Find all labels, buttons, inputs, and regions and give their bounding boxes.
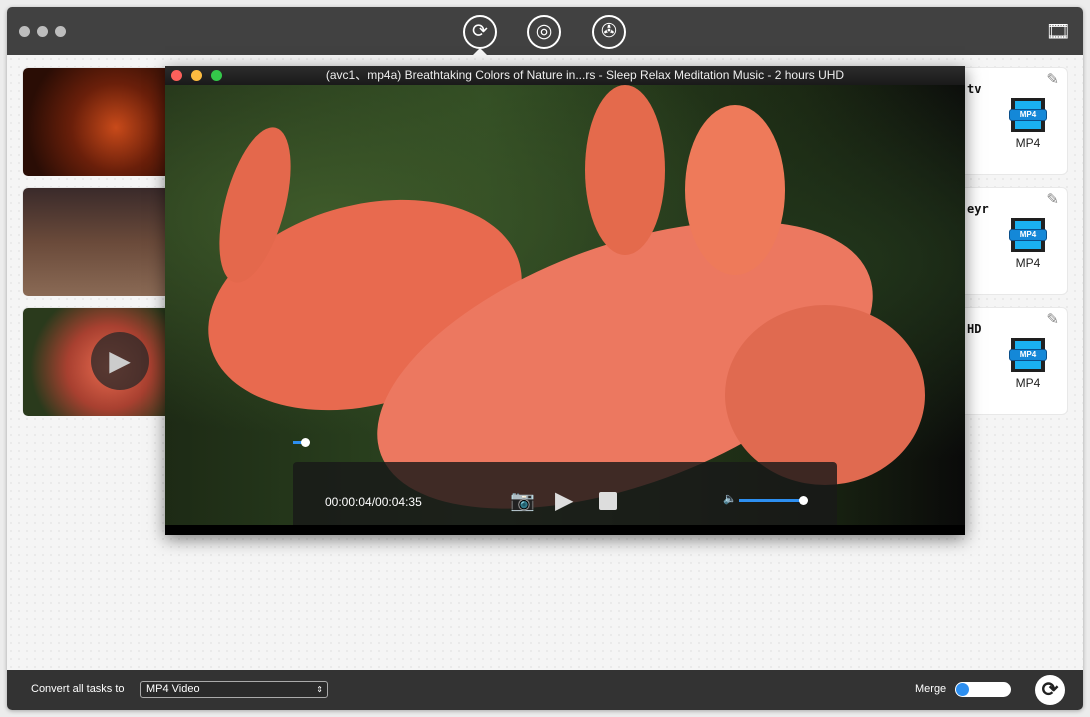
play-icon[interactable]: ▶ xyxy=(555,486,573,515)
format-selector[interactable]: MP4 MP4 xyxy=(1003,338,1053,390)
player-minimize-button[interactable] xyxy=(191,70,202,81)
video-thumbnail[interactable] xyxy=(23,188,166,296)
time-readout: 00:00:04/00:04:35 xyxy=(325,495,422,509)
edit-pencil-icon[interactable]: ✎ xyxy=(1046,190,1059,208)
convert-all-label: Convert all tasks to xyxy=(31,683,125,695)
merge-label: Merge xyxy=(915,683,947,695)
window-minimize-button[interactable] xyxy=(37,26,48,37)
format-dropdown[interactable]: MP4 Video ⇕ xyxy=(140,681,328,698)
player-titlebar: (avc1、mp4a) Breathtaking Colors of Natur… xyxy=(165,66,965,85)
camera-icon[interactable]: 📷 xyxy=(510,488,535,513)
convert-all-button[interactable]: ⟳ xyxy=(1035,675,1065,705)
volume-slider-handle[interactable] xyxy=(799,496,808,505)
volume-slider[interactable] xyxy=(739,499,803,502)
player-controls: 00:00:04/00:04:35 📷 ▶ 🔈 xyxy=(293,462,837,525)
rip-tab[interactable]: ◎ xyxy=(527,15,561,49)
task-title: tv xyxy=(967,82,982,96)
video-player-window: (avc1、mp4a) Breathtaking Colors of Natur… xyxy=(165,66,965,535)
play-overlay-icon[interactable]: ▶ xyxy=(91,332,149,390)
progress-slider-handle[interactable] xyxy=(301,438,310,447)
convert-tab[interactable]: ⟳ xyxy=(463,15,497,49)
video-thumbnail[interactable]: ▶ xyxy=(23,308,166,416)
media-library-icon[interactable]: 🎞 xyxy=(1046,19,1071,44)
active-tab-indicator xyxy=(473,48,487,55)
player-close-button[interactable] xyxy=(171,70,182,81)
bottom-bar: Convert all tasks to MP4 Video ⇕ Merge ⟳ xyxy=(7,670,1083,710)
mp4-file-icon: MP4 xyxy=(1009,98,1047,132)
format-dropdown-value: MP4 Video xyxy=(146,683,200,695)
edit-pencil-icon[interactable]: ✎ xyxy=(1046,310,1059,328)
format-label: MP4 xyxy=(1015,376,1041,390)
format-label: MP4 xyxy=(1015,136,1041,150)
format-selector[interactable]: MP4 MP4 xyxy=(1003,218,1053,270)
window-zoom-button[interactable] xyxy=(55,26,66,37)
format-selector[interactable]: MP4 MP4 xyxy=(1003,98,1053,150)
convert-icon: ⟳ xyxy=(1041,679,1059,701)
convert-icon: ⟳ xyxy=(472,21,488,42)
window-close-button[interactable] xyxy=(19,26,30,37)
stop-icon[interactable] xyxy=(599,492,617,510)
dropdown-arrows-icon: ⇕ xyxy=(316,685,323,694)
download-icon: ✇ xyxy=(601,21,617,42)
edit-pencil-icon[interactable]: ✎ xyxy=(1046,70,1059,88)
task-title: eyr xyxy=(967,202,989,216)
video-frame[interactable]: 00:00:04/00:04:35 📷 ▶ 🔈 xyxy=(165,85,965,525)
download-tab[interactable]: ✇ xyxy=(592,15,626,49)
player-zoom-button[interactable] xyxy=(211,70,222,81)
task-title: HD xyxy=(967,322,982,336)
rip-icon: ◎ xyxy=(535,21,553,42)
format-label: MP4 xyxy=(1015,256,1041,270)
player-title: (avc1、mp4a) Breathtaking Colors of Natur… xyxy=(325,68,845,82)
toolbar: ⟳ ◎ ✇ 🎞 xyxy=(7,7,1083,55)
video-thumbnail[interactable] xyxy=(23,68,166,176)
mp4-file-icon: MP4 xyxy=(1009,338,1047,372)
mp4-file-icon: MP4 xyxy=(1009,218,1047,252)
volume-icon[interactable]: 🔈 xyxy=(723,492,737,505)
merge-toggle[interactable] xyxy=(955,682,1011,697)
